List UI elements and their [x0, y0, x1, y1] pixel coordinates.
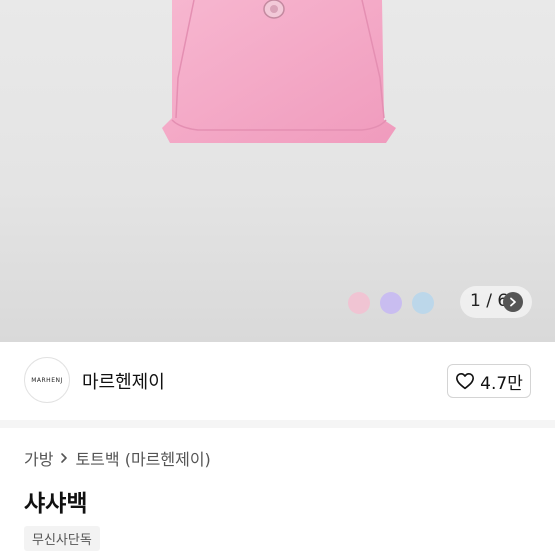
product-title: 샤샤백	[24, 491, 88, 517]
brand-logo[interactable]: MARHENJ	[24, 357, 70, 403]
color-swatches	[348, 292, 434, 316]
swatch-lavender[interactable]	[380, 292, 402, 314]
swatch-light-blue[interactable]	[412, 292, 434, 314]
product-image-carousel[interactable]: 1 / 6	[0, 0, 555, 342]
breadcrumb-category[interactable]: 가방	[24, 446, 53, 470]
brand-logo-text: MARHENJ	[31, 376, 63, 384]
chevron-right-icon	[510, 297, 516, 307]
chevron-right-icon	[59, 452, 69, 464]
brand-row: MARHENJ 마르헨제이 4.7만	[0, 342, 555, 420]
like-button[interactable]: 4.7만	[447, 364, 531, 398]
exclusive-badge-label: 무신사단독	[32, 533, 92, 548]
breadcrumb: 가방 토트백 (마르헨제이)	[24, 446, 211, 470]
swatch-pink[interactable]	[348, 292, 370, 314]
next-image-button[interactable]	[503, 292, 523, 312]
section-divider	[0, 420, 555, 428]
exclusive-badge: 무신사단독	[24, 526, 100, 551]
brand-name[interactable]: 마르헨제이	[82, 368, 165, 394]
heart-icon	[456, 372, 475, 390]
like-count: 4.7만	[480, 373, 523, 394]
breadcrumb-subcategory[interactable]: 토트백 (마르헨제이)	[75, 446, 210, 470]
